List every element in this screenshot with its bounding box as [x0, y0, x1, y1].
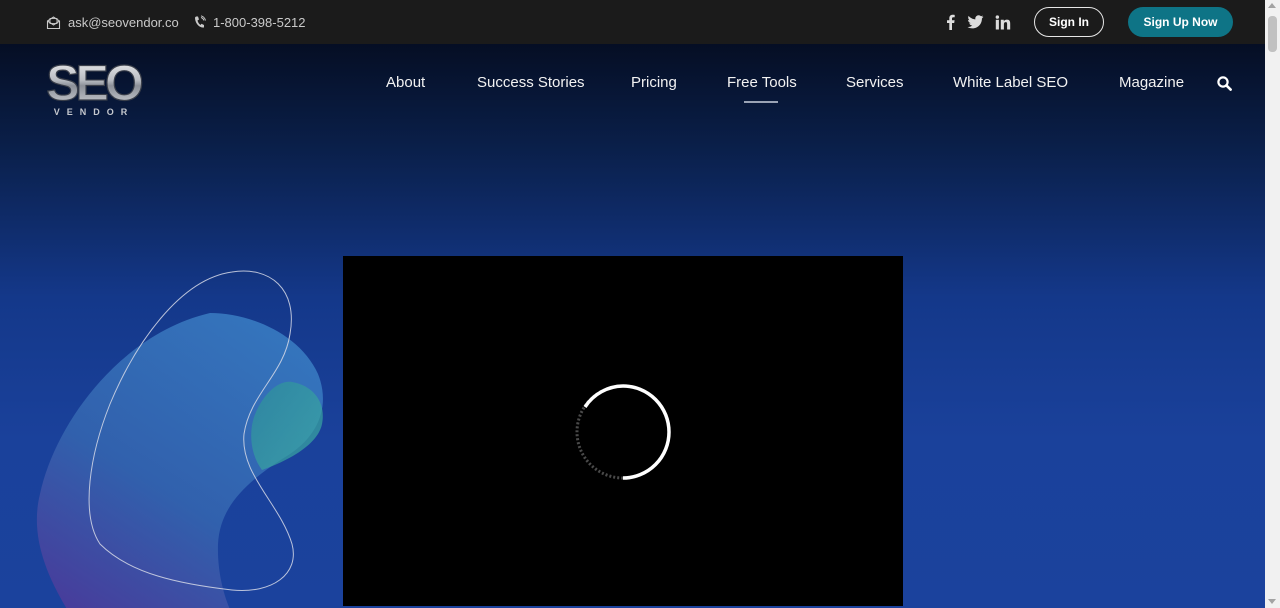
- logo-sub-text: VENDOR: [54, 107, 135, 117]
- nav-item-free-tools[interactable]: Free Tools: [727, 74, 797, 91]
- sign-up-button[interactable]: Sign Up Now: [1128, 7, 1233, 37]
- nav-item-success-stories[interactable]: Success Stories: [477, 74, 585, 91]
- top-bar: ask@seovendor.co 1-800-398-5212 Sign In …: [0, 0, 1265, 44]
- main-nav: About Success Stories Pricing Free Tools…: [0, 74, 1265, 94]
- twitter-link[interactable]: [967, 12, 984, 32]
- scroll-thumb[interactable]: [1268, 16, 1277, 52]
- email-text: ask@seovendor.co: [68, 14, 179, 30]
- linkedin-icon: [995, 14, 1011, 29]
- envelope-icon: [46, 15, 61, 29]
- linkedin-link[interactable]: [995, 12, 1011, 32]
- phone-contact[interactable]: 1-800-398-5212: [193, 0, 306, 44]
- phone-icon: [195, 14, 206, 28]
- facebook-icon: [947, 14, 955, 30]
- loading-spinner-icon: [575, 384, 671, 480]
- nav-item-white-label-seo[interactable]: White Label SEO: [953, 74, 1068, 91]
- decorative-blob: [36, 270, 323, 608]
- email-contact[interactable]: ask@seovendor.co: [46, 0, 179, 44]
- nav-item-magazine[interactable]: Magazine: [1119, 74, 1184, 91]
- phone-text: 1-800-398-5212: [213, 14, 306, 30]
- search-icon[interactable]: [1217, 76, 1232, 91]
- facebook-link[interactable]: [946, 12, 955, 32]
- scroll-up-icon[interactable]: [1268, 3, 1276, 8]
- hero-section: SEO VENDOR About Success Stories Pricing…: [0, 44, 1265, 608]
- active-nav-indicator: [744, 101, 778, 103]
- sign-in-button[interactable]: Sign In: [1034, 7, 1104, 37]
- nav-item-pricing[interactable]: Pricing: [631, 74, 677, 91]
- nav-item-services[interactable]: Services: [846, 74, 904, 91]
- twitter-icon: [967, 15, 984, 29]
- page-scrollbar[interactable]: [1265, 0, 1280, 608]
- scroll-down-icon[interactable]: [1268, 599, 1276, 604]
- nav-item-about[interactable]: About: [386, 74, 425, 91]
- video-player[interactable]: [343, 256, 903, 606]
